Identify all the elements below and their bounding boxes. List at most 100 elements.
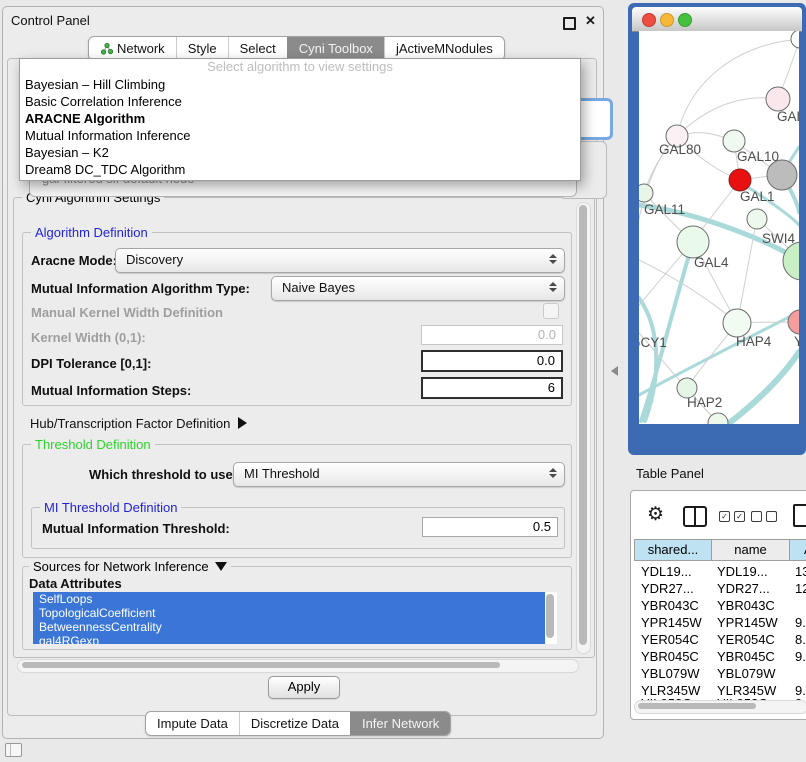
collapsed-panel-icon[interactable] bbox=[5, 743, 22, 757]
column-header-name[interactable]: name bbox=[711, 539, 790, 561]
aracne-mode-combo[interactable]: Discovery bbox=[115, 248, 565, 273]
cell-value: 8. bbox=[795, 632, 806, 647]
mi-steps-field[interactable]: 6 bbox=[421, 377, 563, 399]
network-node-gal4[interactable] bbox=[677, 226, 709, 258]
apply-button[interactable]: Apply bbox=[268, 676, 340, 699]
network-node-label: GCY1 bbox=[639, 335, 667, 350]
column-header-partial[interactable]: A bbox=[789, 539, 806, 561]
list-item-gal4rgexp[interactable]: gal4RGexp bbox=[33, 634, 545, 644]
dpi-tolerance-label: DPI Tolerance [0,1]: bbox=[31, 356, 151, 371]
tab-impute-data[interactable]: Impute Data bbox=[146, 712, 239, 735]
algorithm-item-basic-correlation[interactable]: Basic Correlation Inference bbox=[20, 93, 580, 110]
network-node-gal1[interactable] bbox=[729, 169, 751, 191]
close-traffic-light[interactable] bbox=[642, 13, 656, 27]
cyni-algorithm-settings-group: Cyni Algorithm Settings Algorithm Defini… bbox=[13, 197, 595, 658]
data-attributes-label: Data Attributes bbox=[29, 576, 122, 591]
network-node[interactable] bbox=[766, 87, 790, 111]
network-node[interactable] bbox=[747, 209, 767, 229]
tab-network[interactable]: Network bbox=[89, 37, 176, 60]
network-node-label: GAL10 bbox=[737, 149, 779, 164]
network-node[interactable] bbox=[783, 242, 799, 280]
tab-infer-network[interactable]: Infer Network bbox=[350, 712, 450, 735]
network-node-hap4[interactable] bbox=[723, 309, 751, 337]
sources-collapse-header[interactable]: Sources for Network Inference bbox=[29, 559, 231, 574]
settings-vertical-scrollbar[interactable] bbox=[576, 202, 591, 654]
minimize-traffic-light[interactable] bbox=[660, 13, 674, 27]
network-node[interactable] bbox=[791, 31, 799, 48]
network-node-label: HAP4 bbox=[736, 334, 772, 349]
splitpane-collapse-icon[interactable] bbox=[611, 366, 618, 376]
network-node[interactable] bbox=[788, 310, 799, 334]
close-icon[interactable]: ✕ bbox=[585, 13, 596, 29]
manual-kernel-width-checkbox[interactable] bbox=[543, 303, 559, 319]
kernel-width-label: Kernel Width (0,1): bbox=[31, 330, 146, 345]
tab-jactivemnodules[interactable]: jActiveMNodules bbox=[384, 37, 504, 60]
list-item-topologicalcoefficient[interactable]: TopologicalCoefficient bbox=[33, 606, 545, 620]
network-window-titlebar[interactable] bbox=[632, 7, 802, 32]
column-header-shared-name[interactable]: shared... bbox=[634, 539, 712, 561]
sources-title: Sources for Network Inference bbox=[33, 559, 209, 574]
mi-threshold-field[interactable]: 0.5 bbox=[422, 517, 558, 537]
tab-discretize-data[interactable]: Discretize Data bbox=[239, 712, 350, 735]
unchecked-box-icon bbox=[751, 511, 762, 522]
network-node-label: GAL bbox=[777, 109, 799, 124]
dpi-tolerance-field[interactable]: 0.0 bbox=[421, 350, 563, 372]
network-node[interactable] bbox=[767, 160, 797, 190]
combo-stepper-icon bbox=[549, 254, 557, 264]
gear-icon[interactable]: ⚙ bbox=[647, 505, 664, 524]
algorithm-item-bayesian-hill-climbing[interactable]: Bayesian – Hill Climbing bbox=[20, 76, 580, 93]
algorithm-popup: Select algorithm to view settings Bayesi… bbox=[19, 58, 581, 181]
float-panel-icon[interactable] bbox=[563, 17, 576, 30]
checked-box-icon: ✓ bbox=[719, 511, 730, 522]
select-all-checkboxes-icon[interactable]: ✓ ✓ bbox=[719, 511, 745, 522]
cell-shared-name: YER054C bbox=[641, 632, 699, 647]
network-node-label: GAL80 bbox=[659, 142, 701, 157]
network-canvas[interactable]: GAL GAL80 GAL10 GAL1 GAL11 SWI4 GAL4 GCY… bbox=[639, 31, 799, 424]
mi-algorithm-type-combo[interactable]: Naive Bayes bbox=[271, 276, 565, 301]
algorithm-definition-title: Algorithm Definition bbox=[31, 225, 152, 240]
checked-box-icon: ✓ bbox=[734, 511, 745, 522]
algorithm-item-bayesian-k2[interactable]: Bayesian – K2 bbox=[20, 144, 580, 161]
network-nodes[interactable] bbox=[639, 31, 799, 424]
network-node-label: GAL11 bbox=[644, 202, 685, 217]
cell-shared-name: YDR27... bbox=[641, 581, 694, 596]
network-node-label: HAP2 bbox=[687, 395, 722, 410]
deselect-all-checkboxes-icon[interactable] bbox=[751, 511, 777, 522]
column-layout-icon[interactable] bbox=[683, 506, 707, 527]
which-threshold-label: Which threshold to use: bbox=[89, 467, 237, 482]
cell-name: YBR045C bbox=[717, 649, 775, 664]
tab-select[interactable]: Select bbox=[228, 37, 287, 60]
tab-cyni-toolbox[interactable]: Cyni Toolbox bbox=[287, 37, 384, 60]
settings-vertical-scrollbar-thumb[interactable] bbox=[579, 205, 587, 645]
tab-cyni-toolbox-label: Cyni Toolbox bbox=[299, 38, 373, 59]
network-node-label: Y bbox=[794, 334, 799, 349]
zoom-traffic-light[interactable] bbox=[678, 13, 692, 27]
algorithm-item-dream8[interactable]: Dream8 DC_TDC Algorithm bbox=[20, 161, 580, 178]
kernel-width-field[interactable]: 0.0 bbox=[421, 325, 563, 345]
table-horizontal-scrollbar-thumb[interactable] bbox=[638, 703, 756, 709]
mi-threshold-definition-group: MI Threshold Definition Mutual Informati… bbox=[31, 507, 565, 549]
algorithm-item-aracne[interactable]: ARACNE Algorithm bbox=[20, 110, 580, 127]
threshold-definition-group: Threshold Definition Which threshold to … bbox=[22, 444, 572, 558]
settings-horizontal-scrollbar-thumb[interactable] bbox=[22, 662, 500, 668]
hub-factor-expander[interactable]: Hub/Transcription Factor Definition bbox=[30, 416, 247, 431]
cell-value: 12 bbox=[795, 581, 806, 596]
table-panel-window: ⚙ ✓ ✓ shared... name A YDL19... YDL19...… bbox=[630, 490, 806, 720]
tab-style[interactable]: Style bbox=[176, 37, 228, 60]
table-horizontal-scrollbar[interactable] bbox=[634, 700, 806, 714]
list-item-selfloops[interactable]: SelfLoops bbox=[33, 592, 545, 606]
which-threshold-combo[interactable]: MI Threshold bbox=[233, 462, 565, 487]
list-item-betweennesscentrality[interactable]: BetweennessCentrality bbox=[33, 620, 545, 634]
algorithm-item-mutual-information[interactable]: Mutual Information Inference bbox=[20, 127, 580, 144]
network-graph[interactable]: GAL GAL80 GAL10 GAL1 GAL11 SWI4 GAL4 GCY… bbox=[639, 31, 799, 424]
bottom-tab-bar: Impute Data Discretize Data Infer Networ… bbox=[145, 711, 451, 736]
settings-horizontal-scrollbar[interactable] bbox=[17, 659, 579, 673]
network-node-label: GAL1 bbox=[740, 189, 775, 204]
mi-algorithm-type-label: Mutual Information Algorithm Type: bbox=[31, 281, 250, 296]
network-node[interactable] bbox=[639, 184, 653, 202]
cell-name: YDR27... bbox=[717, 581, 770, 596]
combo-stepper-icon bbox=[549, 282, 557, 292]
mi-algorithm-type-value: Naive Bayes bbox=[272, 277, 564, 298]
attributes-list-scrollbar[interactable] bbox=[546, 594, 554, 638]
table-function-icon[interactable] bbox=[793, 504, 806, 527]
